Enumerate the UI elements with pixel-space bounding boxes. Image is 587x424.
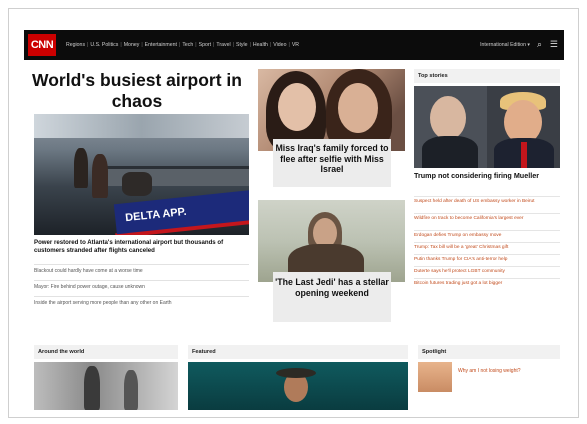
top-stories-heading: Top stories <box>414 69 560 83</box>
top-story-item[interactable]: Duterte says he'll protect LGBT communit… <box>414 266 560 275</box>
top-story-item[interactable]: Wildfire on track to become California's… <box>414 213 560 222</box>
cnn-logo[interactable]: CNN <box>28 34 56 56</box>
nav-link-style[interactable]: Style <box>234 42 250 48</box>
nav-link-video[interactable]: Video <box>271 42 288 48</box>
nav-link-entertainment[interactable]: Entertainment <box>143 42 179 48</box>
around-world-heading: Around the world <box>34 345 178 359</box>
lead-image[interactable]: DELTA APP. <box>34 114 249 235</box>
nav-link-vr[interactable]: VR <box>290 42 301 48</box>
last-jedi-caption[interactable]: 'The Last Jedi' has a stellar opening we… <box>273 272 391 322</box>
lead-caption[interactable]: Power restored to Atlanta's internationa… <box>34 239 254 255</box>
top-stories-image[interactable] <box>414 86 560 168</box>
menu-icon[interactable]: ☰ <box>550 39 558 50</box>
top-story-item[interactable]: Suspect held after death of US embassy w… <box>414 196 560 205</box>
related-link-2[interactable]: Mayor: Fire behind power outage, cause u… <box>34 280 249 290</box>
lead-headline[interactable]: World's busiest airport in chaos <box>30 70 244 112</box>
spotlight-image[interactable] <box>418 362 452 392</box>
top-nav: CNN Regions | U.S. Politics | Money | Enter… <box>24 30 564 60</box>
nav-link-sport[interactable]: Sport <box>197 42 213 48</box>
nav-link-travel[interactable]: Travel <box>214 42 232 48</box>
search-icon[interactable]: ⌕ <box>537 39 542 50</box>
nav-link-tech[interactable]: Tech <box>180 42 195 48</box>
top-story-item[interactable]: Erdogan defies Trump on embassy move <box>414 230 560 239</box>
spotlight-heading: Spotlight <box>418 345 560 359</box>
miss-iraq-caption[interactable]: Miss Iraq's family forced to flee after … <box>273 139 391 187</box>
nav-link-health[interactable]: Health <box>251 42 270 48</box>
nav-link-money[interactable]: Money <box>122 42 142 48</box>
nav-link-regions[interactable]: Regions <box>64 42 87 48</box>
related-link-1[interactable]: Blackout could hardly have come at a wor… <box>34 264 249 274</box>
related-link-3[interactable]: Inside the airport serving more people t… <box>34 296 249 306</box>
around-world-image[interactable] <box>34 362 178 410</box>
top-story-item[interactable]: Trump: Tax bill will be a 'great' Christ… <box>414 242 560 251</box>
top-story-item[interactable]: Putin thanks Trump for CIA's anti-terror… <box>414 254 560 263</box>
nav-link-us-politics[interactable]: U.S. Politics <box>88 42 120 48</box>
spotlight-link[interactable]: Why am I not losing weight? <box>458 368 560 374</box>
edition-selector[interactable]: International Edition ▾ <box>480 42 530 48</box>
featured-image[interactable] <box>188 362 408 410</box>
top-story-item[interactable]: Bitcoin futures trading just got a lot b… <box>414 278 560 287</box>
last-jedi-image[interactable] <box>258 200 405 282</box>
nav-links: Regions | U.S. Politics | Money | Entertain… <box>64 42 301 48</box>
top-story-lead[interactable]: Trump not considering firing Mueller <box>414 171 560 180</box>
featured-heading: Featured <box>188 345 408 359</box>
